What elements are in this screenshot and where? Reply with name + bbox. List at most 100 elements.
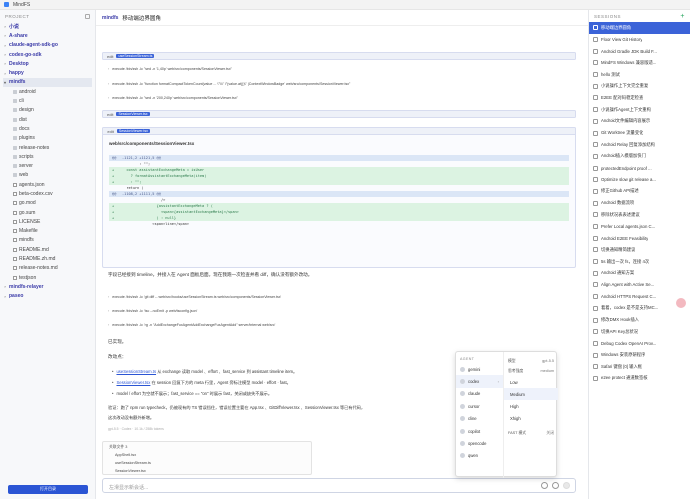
file-icon: [13, 219, 17, 224]
tree-file[interactable]: README.md: [3, 245, 92, 254]
session-item[interactable]: Floor View Git History: [589, 34, 690, 46]
session-item[interactable]: Android Gradle JDK Build F...: [589, 45, 690, 57]
session-item[interactable]: 切换通知精简建议: [589, 244, 690, 256]
file-link[interactable]: SessionViewer.tsx: [116, 380, 150, 385]
related-file[interactable]: SessionViewer.tsx: [115, 469, 146, 473]
session-item[interactable]: Safari 键盘 [0] 输入框: [589, 361, 690, 373]
agent-picker-icon[interactable]: [552, 482, 559, 489]
session-item[interactable]: Android 通知方案: [589, 267, 690, 279]
tree-folder[interactable]: design: [3, 106, 92, 115]
tree-file[interactable]: testjson: [3, 273, 92, 282]
tree-folder[interactable]: ▾ mindfs: [3, 77, 92, 88]
session-icon: [593, 259, 598, 265]
session-item[interactable]: Android文件编辑内容展示: [589, 116, 690, 128]
tree-folder[interactable]: › mindfs-relayer: [3, 282, 92, 291]
tree-file[interactable]: beta-codex.csv: [3, 189, 92, 198]
session-item[interactable]: 移除状况表表述建议: [589, 209, 690, 221]
session-item[interactable]: 切换API Key总状况: [589, 326, 690, 338]
message-composer[interactable]: 左滑显示新会话...: [102, 478, 576, 493]
tree-file[interactable]: go.mod: [3, 199, 92, 208]
agent-option[interactable]: codex ›: [456, 375, 503, 388]
tree-file[interactable]: mindfs: [3, 236, 92, 245]
tree-folder[interactable]: scripts: [3, 152, 92, 161]
related-file[interactable]: useSessionStream.ts: [115, 461, 151, 465]
agent-option[interactable]: opencode: [456, 437, 503, 449]
collapse-icon[interactable]: [85, 13, 90, 19]
tree-item-label: README.md: [19, 246, 49, 253]
tool-call-row[interactable]: edit SessionViewer.tsx: [102, 127, 577, 135]
tree-folder[interactable]: › happy: [3, 68, 92, 77]
tree-folder[interactable]: docs: [3, 124, 92, 133]
new-session-icon[interactable]: +: [680, 13, 685, 20]
tree-folder[interactable]: › 小说: [3, 22, 92, 31]
session-item[interactable]: Align Agent with Active Se...: [589, 279, 690, 291]
project-tag[interactable]: mindfs: [102, 15, 118, 21]
tool-call-row[interactable]: edit SessionViewer.tsx: [102, 110, 576, 118]
effort-row[interactable]: 思考强度 medium: [504, 366, 558, 376]
model-row[interactable]: 模型 gpt-5.5: [504, 356, 558, 366]
file-link[interactable]: useSessionStream.ts: [116, 369, 156, 374]
tree-folder[interactable]: › Desktop: [3, 59, 92, 68]
session-item[interactable]: Android Relay 回复添加结构: [589, 139, 690, 151]
session-item[interactable]: Android HTTPS Request C...: [589, 291, 690, 303]
tree-folder[interactable]: plugins: [3, 134, 92, 143]
session-item[interactable]: e2ee protect 通道数签核: [589, 373, 690, 385]
session-item[interactable]: Debug Codex OpenAI Prov...: [589, 338, 690, 350]
folder-icon: [13, 145, 17, 150]
tree-folder[interactable]: › codex-go-sdk: [3, 50, 92, 59]
session-item[interactable]: Prefer Local agents.json C...: [589, 221, 690, 233]
session-item[interactable]: 修正Github API描述: [589, 186, 690, 198]
tree-file[interactable]: Makefile: [3, 227, 92, 236]
tree-folder[interactable]: dist: [3, 115, 92, 124]
session-item[interactable]: E2EE 配对码稳定检查: [589, 92, 690, 104]
tree-folder[interactable]: › A-share: [3, 31, 92, 40]
agent-option[interactable]: gemini: [456, 363, 503, 375]
session-item[interactable]: Git Worktree 流量变化: [589, 127, 690, 139]
effort-option[interactable]: High: [504, 400, 558, 412]
session-item[interactable]: protectedEndpoint proof ...: [589, 162, 690, 174]
effort-option[interactable]: Xhigh: [504, 412, 558, 424]
agent-option[interactable]: claude: [456, 388, 503, 400]
agent-option[interactable]: copilot: [456, 425, 503, 437]
session-icon: [593, 364, 598, 370]
session-item[interactable]: Optimize slow git release a...: [589, 174, 690, 186]
session-item[interactable]: hello 测试: [589, 69, 690, 81]
session-item[interactable]: Android插入模版加快门: [589, 151, 690, 163]
session-item[interactable]: 着着，codex 是不是支持MC...: [589, 303, 690, 315]
fast-mode-row[interactable]: FAST 模式 关闭: [504, 428, 558, 438]
session-item[interactable]: Android 数据流项: [589, 197, 690, 209]
effort-option[interactable]: Medium: [504, 388, 558, 400]
session-item[interactable]: 小说操作上下文完全重复: [589, 80, 690, 92]
session-item[interactable]: 5s 输出一次 fs，连接 4次: [589, 256, 690, 268]
related-file[interactable]: AppShell.tsx: [115, 453, 136, 457]
send-icon[interactable]: [563, 482, 570, 489]
tool-call-row[interactable]: edit useSessionStream.ts: [102, 52, 576, 60]
tree-folder[interactable]: release-notes: [3, 143, 92, 152]
session-item[interactable]: Windows 安装原研程序: [589, 349, 690, 361]
tree-folder[interactable]: cli: [3, 96, 92, 105]
agent-option[interactable]: qwen: [456, 450, 503, 462]
session-item[interactable]: Android E2EE Feasibility: [589, 232, 690, 244]
tree-folder[interactable]: android: [3, 87, 92, 96]
tree-file[interactable]: go.sum: [3, 208, 92, 217]
tree-folder[interactable]: › paseo: [3, 292, 92, 301]
folder-icon: [13, 99, 17, 104]
session-icon: [593, 188, 598, 194]
session-item[interactable]: 修改DMX Hook插入: [589, 314, 690, 326]
tree-file[interactable]: README.zh.md: [3, 254, 92, 263]
tree-file[interactable]: agents.json: [3, 180, 92, 189]
open-directory-button[interactable]: 打开目录: [8, 484, 88, 494]
agent-option[interactable]: cline: [456, 413, 503, 425]
agent-option[interactable]: cursor: [456, 400, 503, 412]
tree-folder[interactable]: server: [3, 161, 92, 170]
effort-option[interactable]: Low: [504, 376, 558, 388]
session-item[interactable]: 小说操作Agent上下文重构: [589, 104, 690, 116]
session-item[interactable]: 移动端边界圆角: [589, 22, 690, 34]
floating-assistant-icon[interactable]: [676, 298, 686, 308]
session-item[interactable]: MindFS Windows 兼容版适...: [589, 57, 690, 69]
attach-icon[interactable]: [541, 482, 548, 489]
tree-folder[interactable]: web: [3, 171, 92, 180]
tree-folder[interactable]: › claude-agent-sdk-go: [3, 41, 92, 50]
tree-file[interactable]: LICENSE: [3, 217, 92, 226]
tree-file[interactable]: release-notes.md: [3, 264, 92, 273]
